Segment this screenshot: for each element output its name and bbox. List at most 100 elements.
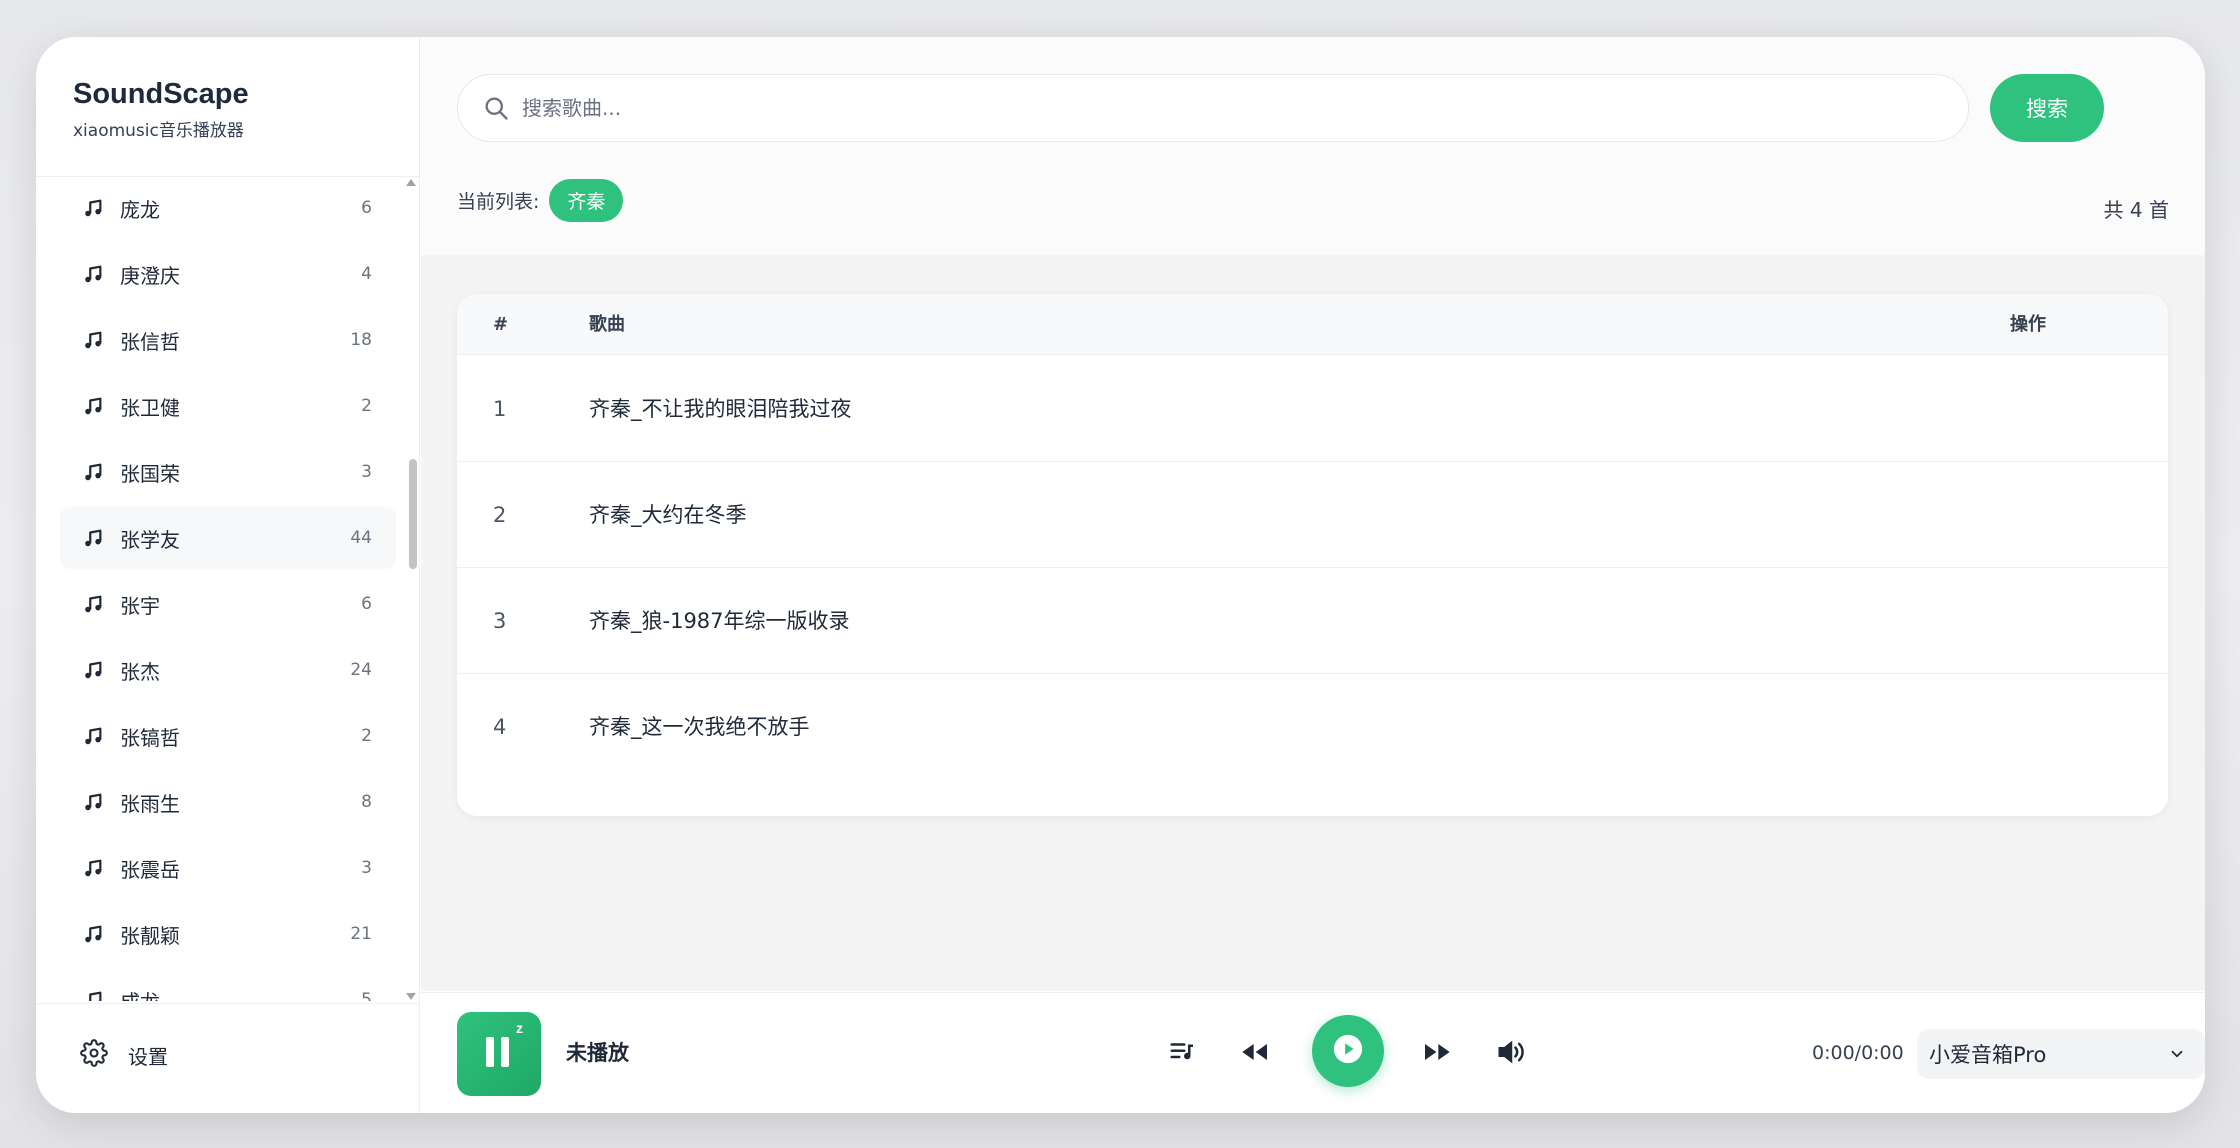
- current-list-chip[interactable]: 齐秦: [549, 179, 624, 222]
- music-note-icon: [80, 261, 106, 287]
- artist-song-count: 3: [361, 858, 372, 878]
- header-song: 歌曲: [589, 314, 625, 335]
- artist-name: 张信哲: [120, 329, 180, 354]
- music-note-icon: [80, 591, 106, 617]
- table-row[interactable]: 1 齐秦_不让我的眼泪陪我过夜: [457, 356, 2168, 462]
- artist-name: 张镐哲: [120, 725, 180, 750]
- artist-song-count: 8: [361, 792, 372, 812]
- sidebar-item-artist[interactable]: 张宇 6: [60, 573, 396, 635]
- table-header: # 歌曲 操作: [457, 294, 2168, 355]
- artist-name: 张靓颖: [120, 923, 180, 948]
- device-select[interactable]: 小爱音箱Pro: [1917, 1029, 2205, 1079]
- sidebar-item-artist[interactable]: 张信哲 18: [60, 309, 396, 371]
- sleep-pause-icon: z: [464, 1017, 534, 1091]
- artist-song-count: 44: [350, 528, 372, 548]
- device-name: 小爱音箱Pro: [1929, 1043, 2047, 1067]
- artist-name: 张宇: [120, 593, 160, 618]
- artist-song-count: 6: [361, 198, 372, 218]
- row-number: 2: [493, 503, 507, 527]
- playback-time: 0:00/0:00: [1812, 1042, 1904, 1064]
- rewind-icon: [1239, 1036, 1271, 1072]
- main-content: 搜索 当前列表: 齐秦 共 4 首 # 歌曲 操作 1 齐秦_不让我的眼泪陪我过夜…: [421, 37, 2205, 991]
- volume-icon: [1496, 1037, 1526, 1071]
- previous-button[interactable]: [1233, 993, 1277, 1113]
- artist-song-count: 3: [361, 462, 372, 482]
- sidebar-item-artist[interactable]: 张国荣 3: [60, 441, 396, 503]
- artist-song-count: 18: [350, 330, 372, 350]
- song-title: 齐秦_大约在冬季: [589, 503, 747, 527]
- scroll-up-arrow[interactable]: [406, 179, 416, 186]
- track-status: 未播放: [566, 1041, 629, 1065]
- artist-list[interactable]: 庞龙 6 庚澄庆 4 张信哲 18 张卫健 2 张国荣 3 张学友 44 张宇 6 张杰 24 张镐哲 2 张雨生 8…: [60, 177, 396, 1001]
- volume-button[interactable]: [1489, 993, 1533, 1113]
- chevron-down-icon: [2167, 1044, 2187, 1064]
- sidebar-item-artist[interactable]: 张学友 44: [60, 507, 396, 569]
- music-note-icon: [80, 723, 106, 749]
- gear-icon: [80, 1039, 108, 1071]
- player-bar: z 未播放 0:00/0:00 小爱音箱Pro: [421, 992, 2205, 1113]
- sidebar-item-artist[interactable]: 张杰 24: [60, 639, 396, 701]
- artist-name: 张震岳: [120, 857, 180, 882]
- song-table: # 歌曲 操作 1 齐秦_不让我的眼泪陪我过夜 2 齐秦_大约在冬季 3 齐秦_狼-198…: [457, 294, 2168, 816]
- row-number: 1: [493, 397, 507, 421]
- play-button[interactable]: [1312, 1015, 1384, 1087]
- play-icon: [1331, 1032, 1365, 1070]
- music-note-icon: [80, 459, 106, 485]
- artist-song-count: 24: [350, 660, 372, 680]
- sidebar: SoundScape xiaomusic音乐播放器 庞龙 6 庚澄庆 4 张信哲 18 张卫…: [36, 37, 420, 1113]
- scrollbar-thumb[interactable]: [409, 459, 417, 569]
- song-total: 共 4 首: [2103, 198, 2169, 222]
- music-note-icon: [80, 789, 106, 815]
- music-note-icon: [80, 657, 106, 683]
- fast-forward-icon: [1421, 1036, 1453, 1072]
- search-box[interactable]: [457, 74, 1969, 142]
- app-subtitle: xiaomusic音乐播放器: [73, 120, 244, 141]
- sidebar-item-artist[interactable]: 庞龙 6: [60, 177, 396, 239]
- row-number: 4: [493, 715, 507, 739]
- artist-song-count: 2: [361, 726, 372, 746]
- app-title: SoundScape: [73, 78, 249, 110]
- artist-name: 张卫健: [120, 395, 180, 420]
- current-list-label: 当前列表:: [457, 191, 540, 213]
- music-note-icon: [80, 195, 106, 221]
- sidebar-item-artist[interactable]: 张震岳 3: [60, 837, 396, 899]
- table-row[interactable]: 3 齐秦_狼-1987年综一版收录: [457, 568, 2168, 674]
- music-note-icon: [80, 921, 106, 947]
- next-button[interactable]: [1415, 993, 1459, 1113]
- brand: SoundScape xiaomusic音乐播放器: [73, 77, 249, 141]
- playlist-icon: [1168, 1037, 1198, 1071]
- svg-text:z: z: [516, 1020, 523, 1036]
- artist-name: 庞龙: [120, 197, 160, 222]
- header-num: #: [493, 314, 509, 335]
- search-input[interactable]: [522, 96, 1922, 120]
- artist-name: 庚澄庆: [120, 263, 180, 288]
- music-note-icon: [80, 855, 106, 881]
- top-bar: 搜索 当前列表: 齐秦 共 4 首: [421, 37, 2205, 255]
- music-note-icon: [80, 525, 106, 551]
- scroll-down-arrow[interactable]: [406, 993, 416, 1000]
- sidebar-item-artist[interactable]: 成龙5: [60, 969, 396, 1001]
- divider: [36, 1003, 419, 1004]
- search-button[interactable]: 搜索: [1990, 74, 2104, 142]
- settings-label: 设置: [128, 1044, 168, 1069]
- artist-song-count: 4: [361, 264, 372, 284]
- song-title: 齐秦_狼-1987年综一版收录: [589, 609, 850, 633]
- sidebar-item-artist[interactable]: 张雨生 8: [60, 771, 396, 833]
- sidebar-item-artist[interactable]: 张卫健 2: [60, 375, 396, 437]
- music-note-icon: [80, 327, 106, 353]
- song-title: 齐秦_这一次我绝不放手: [589, 715, 810, 739]
- header-action: 操作: [2010, 314, 2046, 335]
- sidebar-item-artist[interactable]: 张靓颖 21: [60, 903, 396, 965]
- artist-song-count: 21: [350, 924, 372, 944]
- settings-button[interactable]: 设置: [80, 1039, 168, 1071]
- sidebar-item-artist[interactable]: 庚澄庆 4: [60, 243, 396, 305]
- artist-name: 张国荣: [120, 461, 180, 486]
- playlist-button[interactable]: [1161, 993, 1205, 1113]
- artist-name: 张杰: [120, 659, 160, 684]
- sidebar-item-artist[interactable]: 张镐哲 2: [60, 705, 396, 767]
- search-icon: [482, 94, 510, 122]
- music-note-icon: [80, 987, 106, 1001]
- artist-name: 张雨生: [120, 791, 180, 816]
- table-row[interactable]: 4 齐秦_这一次我绝不放手: [457, 674, 2168, 780]
- table-row[interactable]: 2 齐秦_大约在冬季: [457, 462, 2168, 568]
